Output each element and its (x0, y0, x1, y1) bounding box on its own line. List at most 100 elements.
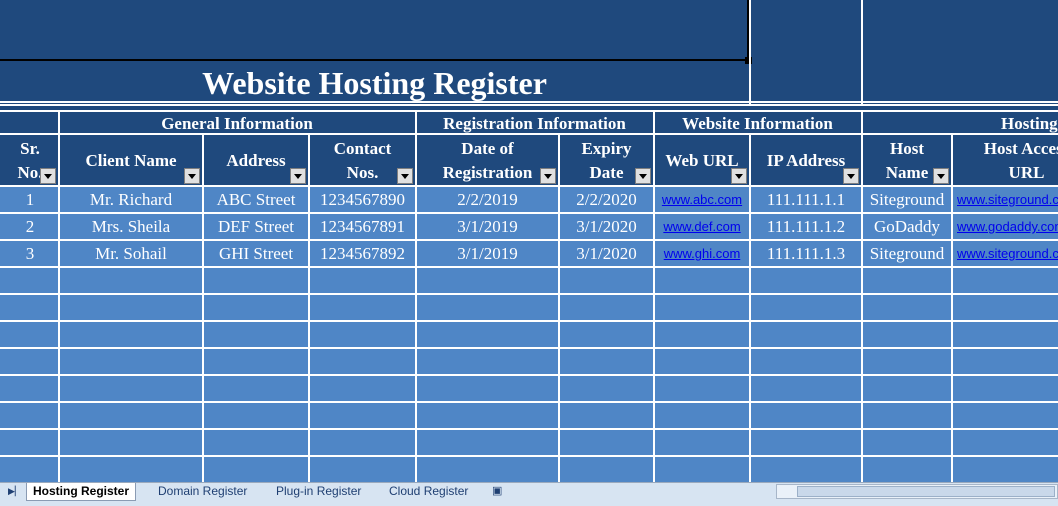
cell-expiry: 3/1/2020 (560, 241, 653, 266)
cell-text: Mr. Sohail (95, 243, 167, 263)
cell-text: 111.111.1.2 (766, 216, 846, 236)
cell-text: 2/2/2019 (457, 189, 518, 209)
cell-text: Siteground (869, 189, 945, 209)
cell-host-url[interactable]: www.godaddy.com (953, 214, 1058, 239)
filter-dropdown-icon[interactable] (40, 168, 56, 184)
insert-sheet-icon[interactable]: ▣ (486, 483, 508, 500)
header-label-line: Name (885, 162, 929, 182)
cell-text: 1 (25, 189, 35, 209)
grid-line (861, 110, 863, 134)
cell-expiry: 3/1/2020 (560, 214, 653, 239)
tab-scroll-next-icon[interactable]: ▶▏ (8, 484, 22, 498)
cell-ip: 111.111.1.2 (751, 214, 861, 239)
cell-web-url[interactable]: www.abc.com (655, 187, 749, 212)
cell-address: DEF Street (204, 214, 308, 239)
tab-hosting-register[interactable]: Hosting Register (26, 483, 137, 501)
url-link[interactable]: www.ghi.com (664, 246, 741, 261)
horizontal-scroll-thumb[interactable] (797, 486, 1055, 497)
page-title: Website Hosting Register (202, 65, 547, 101)
header-label-line: Client Name (85, 150, 177, 170)
sheet-tab-bar: ▶▏ Hosting Register Domain Register Plug… (0, 482, 1058, 506)
url-link[interactable]: www.siteground.com (957, 246, 1058, 261)
filter-dropdown-icon[interactable] (540, 168, 556, 184)
header-label-line: Web URL (665, 150, 739, 170)
cell-ip: 111.111.1.1 (751, 187, 861, 212)
grid-line (558, 133, 560, 482)
grid-line (0, 320, 1058, 322)
cell-sr: 3 (2, 241, 58, 266)
horizontal-scrollbar[interactable] (776, 484, 1058, 499)
url-link[interactable]: www.def.com (663, 219, 740, 234)
cell-host-url[interactable]: www.siteground.com (953, 241, 1058, 266)
header-label-line: No. (17, 162, 43, 182)
cell-host-url[interactable]: www.siteground.com (953, 187, 1058, 212)
cell-address: GHI Street (204, 241, 308, 266)
cell-text: Siteground (869, 243, 945, 263)
grid-line (749, 0, 751, 104)
filter-dropdown-icon[interactable] (635, 168, 651, 184)
cell-sr: 1 (2, 187, 58, 212)
column-header-address: Address (204, 135, 308, 186)
spreadsheet-grid: Website Hosting Register General Informa… (0, 0, 1058, 482)
cell-host-name: Siteground (863, 187, 951, 212)
filter-dropdown-icon[interactable] (290, 168, 306, 184)
filter-dropdown-icon[interactable] (731, 168, 747, 184)
cell-text: 3/1/2020 (576, 243, 637, 263)
column-header-ip: IP Address (751, 135, 861, 186)
table-row (0, 349, 1058, 374)
cell-text: 2 (25, 216, 35, 236)
url-link[interactable]: www.abc.com (662, 192, 742, 207)
column-header-expiry: Expiry Date (560, 135, 653, 186)
cell-text: 2/2/2020 (576, 189, 637, 209)
table-row (0, 457, 1058, 482)
cell-text: 111.111.1.3 (766, 243, 846, 263)
grid-line (0, 212, 1058, 214)
cell-contact: 1234567892 (310, 241, 415, 266)
cell-text: 1234567890 (320, 189, 405, 209)
grid-line (0, 185, 1058, 187)
cell-reg-date: 2/2/2019 (417, 187, 558, 212)
url-link[interactable]: www.siteground.com (957, 192, 1058, 207)
filter-dropdown-icon[interactable] (933, 168, 949, 184)
cell-sr: 2 (2, 214, 58, 239)
cell-text: 111.111.1.1 (766, 189, 846, 209)
column-header-host-name: Host Name (863, 135, 951, 186)
tab-plugin-register[interactable]: Plug-in Register (270, 483, 367, 500)
header-label-line: Address (226, 150, 286, 170)
table-row (0, 268, 1058, 293)
header-label-line: Nos. (346, 162, 379, 182)
cell-web-url[interactable]: www.def.com (655, 214, 749, 239)
filter-dropdown-icon[interactable] (184, 168, 200, 184)
cell-address: ABC Street (204, 187, 308, 212)
title-frame (0, 0, 749, 61)
grid-line (308, 133, 310, 482)
filter-dropdown-icon[interactable] (397, 168, 413, 184)
tab-domain-register[interactable]: Domain Register (152, 483, 253, 500)
column-header-contact: Contact Nos. (310, 135, 415, 186)
url-link[interactable]: www.godaddy.com (957, 219, 1058, 234)
cell-text: 3 (25, 243, 35, 263)
column-header-reg-date: Date of Registration (417, 135, 558, 186)
cell-host-name: GoDaddy (863, 214, 951, 239)
cell-text: Mrs. Sheila (91, 216, 171, 236)
grid-line (0, 428, 1058, 430)
grid-line (0, 347, 1058, 349)
cell-host-name: Siteground (863, 241, 951, 266)
grid-line (58, 133, 60, 482)
cell-client: Mr. Sohail (60, 241, 202, 266)
filter-dropdown-icon[interactable] (843, 168, 859, 184)
grid-line (0, 104, 1058, 106)
cell-client: Mrs. Sheila (60, 214, 202, 239)
tab-cloud-register[interactable]: Cloud Register (383, 483, 474, 500)
header-label-line: URL (1008, 162, 1045, 182)
column-header-web-url: Web URL (655, 135, 749, 186)
grid-line (0, 110, 1058, 112)
cell-web-url[interactable]: www.ghi.com (655, 241, 749, 266)
grid-line (58, 110, 60, 134)
cell-text: ABC Street (216, 189, 296, 209)
header-label-line: Host (890, 138, 924, 158)
grid-line (749, 133, 751, 482)
grid-line (653, 133, 655, 482)
table-row (0, 403, 1058, 428)
grid-line (415, 110, 417, 134)
